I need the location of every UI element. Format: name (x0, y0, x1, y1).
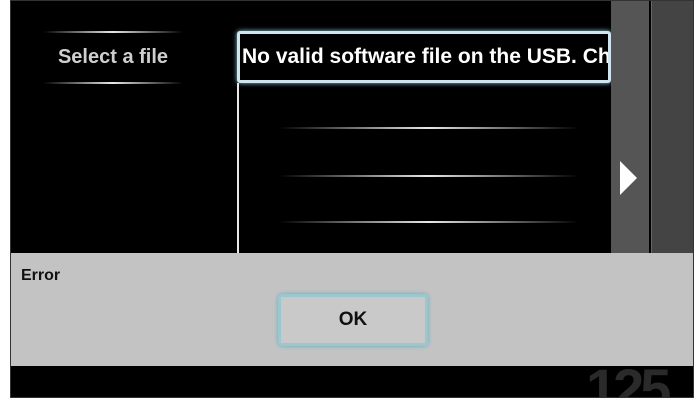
tv-screen: Select a file No valid software file on … (10, 0, 694, 398)
divider-line (43, 82, 183, 84)
empty-list-item[interactable] (279, 127, 579, 129)
empty-list-item[interactable] (279, 175, 579, 177)
left-panel: Select a file (11, 1, 238, 246)
side-column-outer (651, 1, 693, 253)
error-dialog: Error OK (11, 253, 693, 366)
file-list-item-selected[interactable]: No valid software file on the USB. Chec (237, 31, 611, 83)
dialog-title: Error (21, 267, 61, 284)
watermark-numerals: 125 (586, 357, 671, 398)
triangle-right-icon[interactable] (620, 161, 637, 195)
empty-list-item[interactable] (279, 221, 579, 223)
ok-button[interactable]: OK (278, 294, 428, 346)
menu-title: Select a file (57, 45, 169, 68)
side-column (611, 1, 649, 253)
file-list (239, 83, 609, 253)
